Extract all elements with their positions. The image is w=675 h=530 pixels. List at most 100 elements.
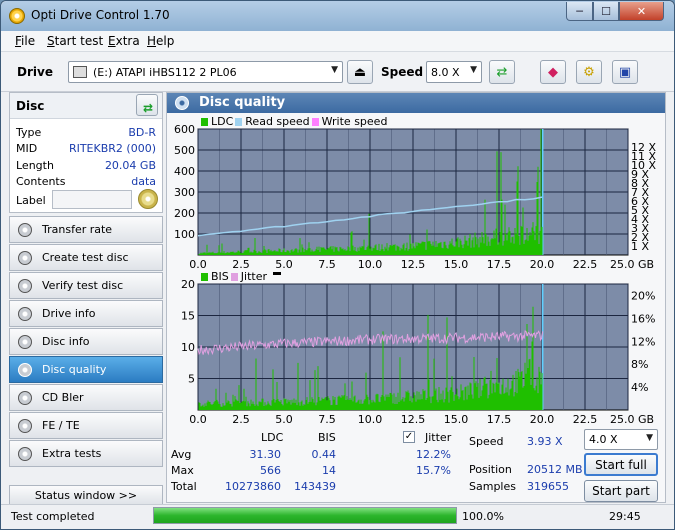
eject-button[interactable]: ⏏ <box>347 60 373 84</box>
x-tick-label: 15.0 <box>444 413 469 423</box>
y-tick-label: 500 <box>174 144 195 157</box>
y2-tick-label: 12% <box>631 335 655 348</box>
erase-button[interactable]: ◆ <box>540 60 566 84</box>
disc-label-input[interactable] <box>52 190 132 209</box>
speed-select-value: 8.0 X <box>431 65 460 79</box>
x-tick-label: 10.0 <box>358 413 383 423</box>
y-tick-label: 20 <box>181 278 195 291</box>
max-jitter: 15.7% <box>416 464 451 477</box>
nav-transfer-rate[interactable]: Transfer rate <box>9 216 163 243</box>
nav-label: Create test disc <box>42 251 129 264</box>
disc-contents-value: data <box>131 175 156 188</box>
y2-tick-label: 1 X <box>631 240 649 253</box>
menu-start-test[interactable]: Start test <box>47 34 103 48</box>
ldc-chart: 0.0 2.5 5.0 7.5 10.0 12.5 15.0 17.5 20.0 22.5 25.0… <box>174 123 656 271</box>
status-text: Test completed <box>11 510 95 523</box>
nav-disc-info[interactable]: Disc info <box>9 328 163 355</box>
nav-disc-quality[interactable]: Disc quality <box>9 356 163 383</box>
disc-label-label: Label <box>16 194 46 207</box>
legend-marker <box>273 272 281 275</box>
nav-create-test-disc[interactable]: Create test disc <box>9 244 163 271</box>
status-window-button[interactable]: Status window >> <box>9 485 163 505</box>
y2-tick-label: 8% <box>631 358 648 371</box>
left-panel: Disc ⇄ Type BD-R MID RITEKBR2 (000) Leng… <box>9 92 163 522</box>
test-speed-value: 4.0 X <box>589 433 618 446</box>
x-tick-label: 22.5 <box>573 258 598 271</box>
nav-label: Disc info <box>42 335 90 348</box>
col-bis-header: BIS <box>318 431 336 444</box>
settings-button[interactable]: ⚙ <box>576 60 602 84</box>
test-speed-select[interactable]: 4.0 X ▼ <box>584 429 658 450</box>
nav-label: Disc quality <box>42 363 107 376</box>
menu-extra[interactable]: Extra <box>108 34 140 48</box>
x-tick-label: 12.5 <box>401 413 426 423</box>
progress-bar <box>153 507 457 524</box>
col-ldc-header: LDC <box>261 431 284 444</box>
disc-label-icon[interactable] <box>138 189 158 209</box>
x-tick-label: 12.5 <box>401 258 426 271</box>
x-tick-label: 22.5 <box>573 413 598 423</box>
y-tick-label: 10 <box>181 341 195 354</box>
elapsed-time: 29:45 <box>609 510 641 523</box>
col-jitter-header: Jitter <box>425 431 452 444</box>
disc-quality-icon <box>18 362 32 377</box>
eraser-icon: ◆ <box>548 64 558 80</box>
x-tick-label: 25.0 GB <box>610 258 654 271</box>
disc-header: Disc ⇄ <box>10 93 162 119</box>
disc-mid-value: RITEKBR2 (000) <box>68 142 156 155</box>
nav-cd-bler[interactable]: CD Bler <box>9 384 163 411</box>
y2-tick-label: 20% <box>631 289 655 302</box>
nav-label: CD Bler <box>42 391 84 404</box>
nav-extra-tests[interactable]: Extra tests <box>9 440 163 467</box>
nav-label: Transfer rate <box>42 223 113 236</box>
disc-refresh-button[interactable]: ⇄ <box>136 94 158 116</box>
y-tick-label: 300 <box>174 186 195 199</box>
minimize-button[interactable]: ─ <box>566 2 593 21</box>
refresh-button[interactable]: ⇄ <box>489 60 515 84</box>
save-icon: ▣ <box>618 64 632 80</box>
jitter-checkbox[interactable]: ✓ <box>403 431 415 443</box>
y2-tick-label: 4% <box>631 381 648 394</box>
avg-jitter: 12.2% <box>416 448 451 461</box>
x-tick-label: 15.0 <box>444 258 469 271</box>
drive-info-icon <box>18 306 32 321</box>
nav-label: Verify test disc <box>42 279 124 292</box>
save-button[interactable]: ▣ <box>612 60 638 84</box>
samples-value: 319655 <box>527 480 569 493</box>
close-button[interactable]: ✕ <box>619 2 664 21</box>
app-disc-icon <box>9 8 25 24</box>
progress-fill <box>154 508 456 523</box>
maximize-button[interactable]: ☐ <box>593 2 619 21</box>
chevron-down-icon: ▼ <box>470 65 477 75</box>
speed-value: 3.93 X <box>527 435 563 448</box>
x-tick-label: 7.5 <box>318 413 336 423</box>
speed-select[interactable]: 8.0 X ▼ <box>426 61 482 83</box>
drive-label: Drive <box>17 65 53 79</box>
speed-label: Speed <box>469 435 504 448</box>
panel-title: Disc quality <box>199 95 286 110</box>
x-tick-label: 25.0 GB <box>610 413 654 423</box>
y-tick-label: 200 <box>174 207 195 220</box>
toolbar: Drive (E:) ATAPI iHBS112 2 PL06 ▼ ⏏ Spee… <box>1 52 674 92</box>
disc-type-value: BD-R <box>128 126 156 139</box>
drive-select[interactable]: (E:) ATAPI iHBS112 2 PL06 ▼ <box>68 61 343 83</box>
window-title: Opti Drive Control 1.70 <box>31 8 170 22</box>
nav-verify-test-disc[interactable]: Verify test disc <box>9 272 163 299</box>
total-label: Total <box>171 480 197 493</box>
speed-label: Speed <box>381 65 424 79</box>
nav-drive-info[interactable]: Drive info <box>9 300 163 327</box>
disc-info-icon <box>18 334 32 349</box>
drive-select-value: (E:) ATAPI iHBS112 2 PL06 <box>93 65 237 79</box>
start-full-button[interactable]: Start full <box>584 453 658 476</box>
max-ldc: 566 <box>260 464 281 477</box>
nav-label: FE / TE <box>42 419 80 432</box>
start-part-button[interactable]: Start part <box>584 480 658 502</box>
menu-help[interactable]: Help <box>147 34 174 48</box>
avg-label: Avg <box>171 448 192 461</box>
panel-header: Disc quality <box>167 93 665 113</box>
y-tick-label: 600 <box>174 123 195 136</box>
total-ldc: 10273860 <box>225 480 281 493</box>
menu-file[interactable]: File <box>15 34 35 48</box>
fe-te-icon <box>18 418 32 433</box>
nav-fe-te[interactable]: FE / TE <box>9 412 163 439</box>
